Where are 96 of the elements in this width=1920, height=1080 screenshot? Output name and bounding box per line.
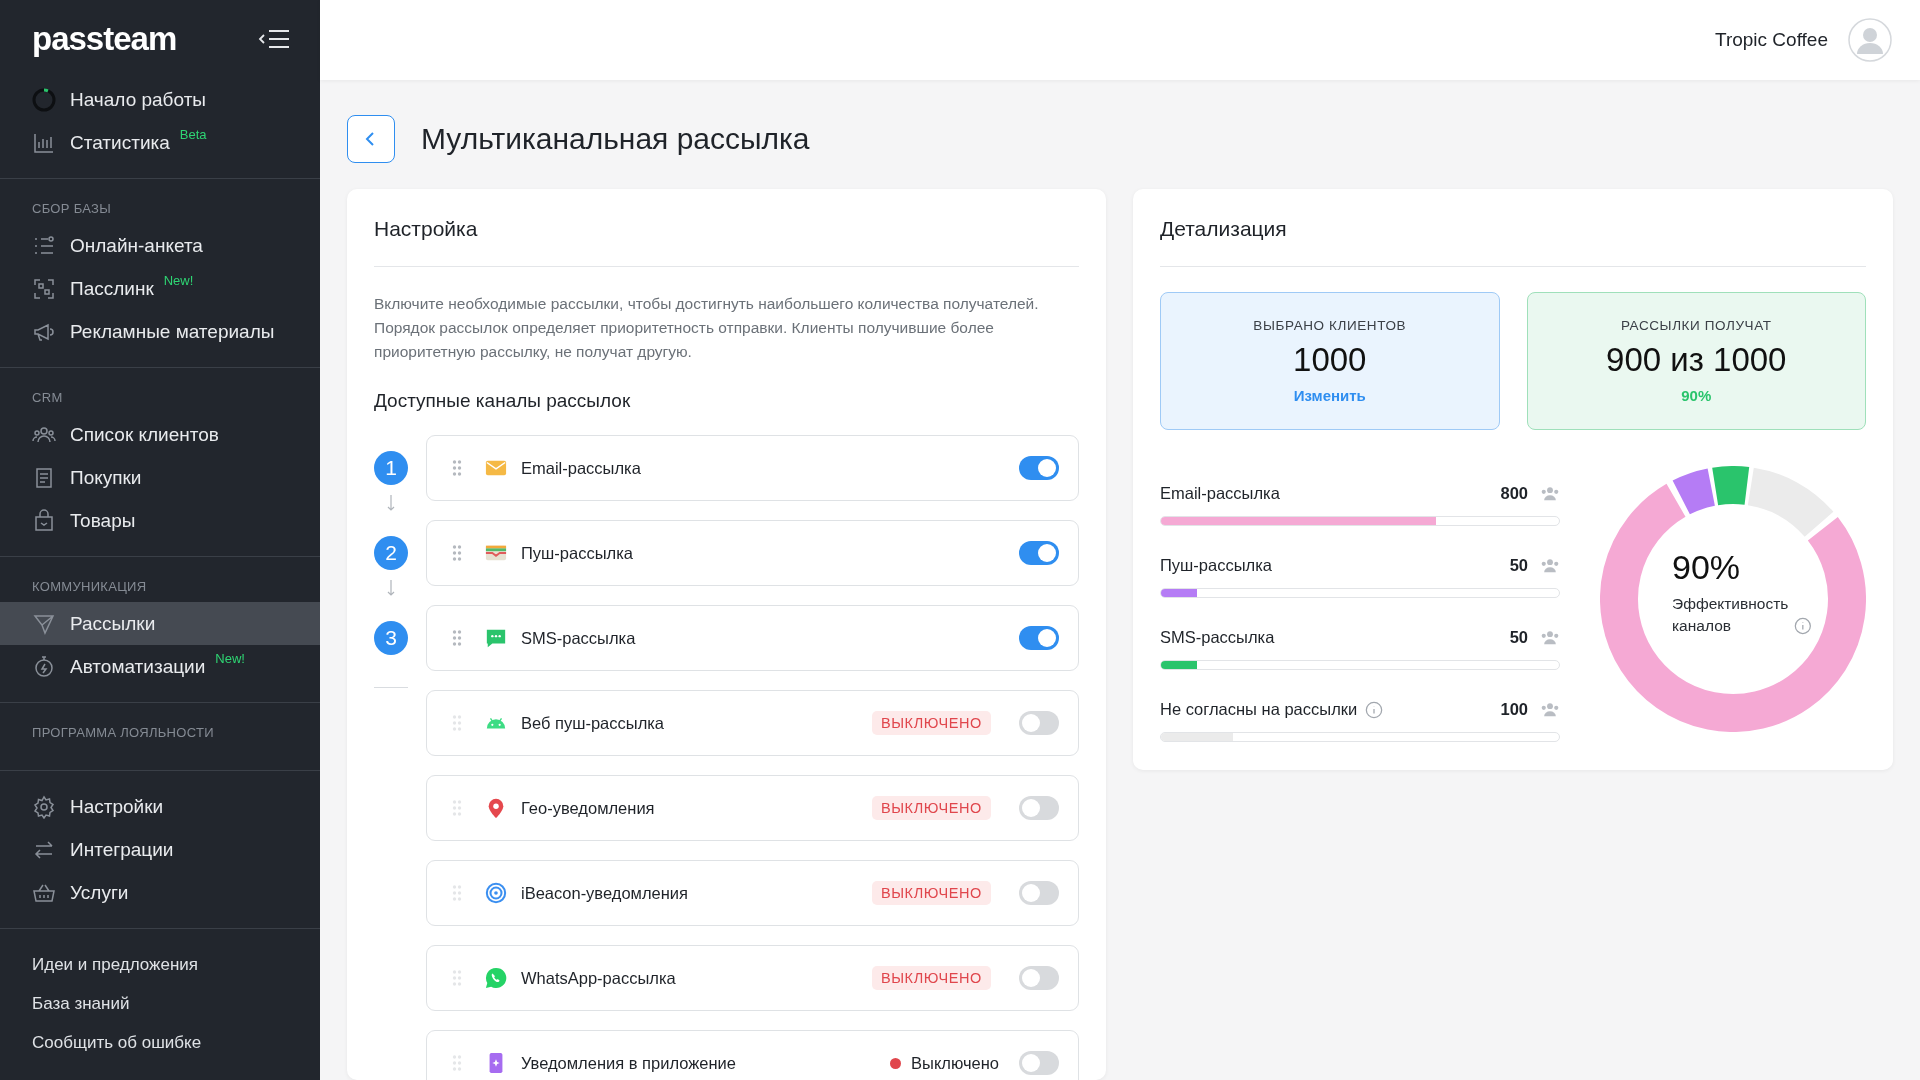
sidebar-item[interactable]: Услуги [0,871,320,914]
gear-icon [32,794,56,819]
stat-label: ВЫБРАНО КЛИЕНТОВ [1253,318,1407,333]
status-badge: ВЫКЛЮЧЕНО [871,966,991,990]
qr-icon [32,276,56,301]
section-heading: Доступные каналы рассылок [374,390,632,412]
beacon-icon [485,882,507,904]
sidebar-item[interactable]: Начало работы [0,78,320,121]
sidebar-item[interactable]: Рассылки [0,602,320,645]
timer-icon [32,654,56,679]
channel-name: Email-рассылка [521,458,642,478]
drag-handle-icon[interactable] [452,885,462,901]
channel-name: SMS-рассылка [1160,628,1275,647]
channel-name: iBeacon-уведомления [521,883,689,903]
channel-name: WhatsApp-рассылка [521,968,677,988]
chat-bubble-icon [485,627,507,649]
status-badge: ВЫКЛЮЧЕНО [871,881,991,905]
stat-value: 900 из 1000 [1606,341,1787,379]
group-icon [1540,630,1560,645]
drag-handle-icon[interactable] [452,715,462,731]
collapse-menu-icon[interactable] [258,29,290,49]
stat-value: 1000 [1293,341,1367,379]
sidebar-item[interactable]: Настройки [0,785,320,828]
toggle-switch[interactable] [1019,1051,1059,1075]
status-text: Выключено [911,1053,999,1073]
company-name: Tropic Coffee [1715,29,1828,51]
section-title: ПРОГРАММА ЛОЯЛЬНОСТИ [31,724,215,742]
stat-label: РАССЫЛКИ ПОЛУЧАТ [1620,318,1772,333]
section-title: КОММУНИКАЦИЯ [31,578,148,596]
status-badge: ВЫКЛЮЧЕНО [871,711,991,735]
channel-name: Пуш-рассылка [521,543,634,563]
toggle-switch[interactable] [1019,796,1059,820]
badge-label: Beta [179,127,207,142]
toggle-switch[interactable] [1019,541,1059,565]
sidebar-link[interactable]: Идеи и предложения [0,955,320,975]
badge-label: New! [163,273,194,288]
group-icon [1540,558,1560,573]
description: Включите необходимые рассылки, чтобы достигнуть наибольшего количества получателей. Порядок рассылок определяет приоритетность отправки. Клиенты получившие более приоритетную рассылку, не получат другую. [374,294,1040,362]
toggle-switch[interactable] [1019,881,1059,905]
badge-label: New! [215,651,245,666]
step-number: 2 [374,536,408,570]
card-title: Детализация [1160,217,1866,267]
step-number: 1 [374,451,408,485]
toggle-switch[interactable] [1019,456,1059,480]
sidebar-item[interactable]: Покупки [0,456,320,499]
channel-name: Уведомления в приложение [521,1053,737,1073]
channel-name: Email-рассылка [1160,484,1280,503]
drag-handle-icon[interactable] [452,460,462,476]
channel-name: SMS-рассылка [521,628,637,648]
sidebar-link[interactable]: База знаний [0,994,320,1014]
whatsapp-icon [485,967,507,989]
sidebar-item[interactable]: Список клиентов [0,413,320,456]
down-arrow-icon [386,495,396,511]
drag-handle-icon[interactable] [452,545,462,561]
channel-name: Не согласны на рассылки [1160,700,1358,719]
down-arrow-icon [386,580,396,596]
logo: passteam [32,20,177,58]
recipient-count: 50 [1509,556,1528,575]
status-badge: ВЫКЛЮЧЕНО [871,796,991,820]
group-icon [1540,702,1560,717]
drag-handle-icon[interactable] [452,970,462,986]
sidebar-item[interactable]: Автоматизации $^{New!}$ [0,645,320,688]
section-title: СБОР БАЗЫ [31,200,112,218]
group-icon [1540,486,1560,501]
recipient-count: 800 [1500,484,1528,503]
channel-name: Гео-уведомления [521,798,656,818]
back-button[interactable] [347,115,395,163]
stat-percent: 90% [1681,387,1712,404]
toggle-switch[interactable] [1019,711,1059,735]
donut-value: 90% [1672,548,1742,587]
sidebar-item[interactable]: Интеграции [0,828,320,871]
toggle-switch[interactable] [1019,966,1059,990]
channel-name: Пуш-рассылка [1160,556,1272,575]
channel-name: Веб пуш-рассылка [521,713,666,733]
recipient-count: 50 [1509,628,1528,647]
drag-handle-icon[interactable] [452,1055,462,1071]
sidebar-link[interactable]: Сообщить об ошибке [0,1033,320,1053]
recipient-count: 100 [1500,700,1528,719]
sidebar-item[interactable]: Рекламные материалы [0,310,320,353]
section-title: CRM [31,389,64,407]
card-title: Настройка [374,217,1079,267]
sidebar-item[interactable]: Пасслинк $^{New!}$ [0,267,320,310]
page-title: Мультиканальная рассылка [421,122,810,156]
bag-icon [32,508,56,533]
avatar-icon[interactable] [1848,18,1892,62]
progress-ring-icon [32,87,56,112]
info-icon [1794,617,1812,635]
donut-label: Эффективность каналов [1672,594,1789,636]
status-dot [890,1057,901,1069]
drag-handle-icon[interactable] [452,630,462,646]
sidebar-item[interactable]: Товары [0,499,320,542]
sidebar-item[interactable]: Статистика $^{Beta}$ [0,121,320,164]
toggle-switch[interactable] [1019,626,1059,650]
sidebar-item[interactable]: Онлайн-анкета [0,224,320,267]
step-number: 3 [374,621,408,655]
drag-handle-icon[interactable] [452,800,462,816]
